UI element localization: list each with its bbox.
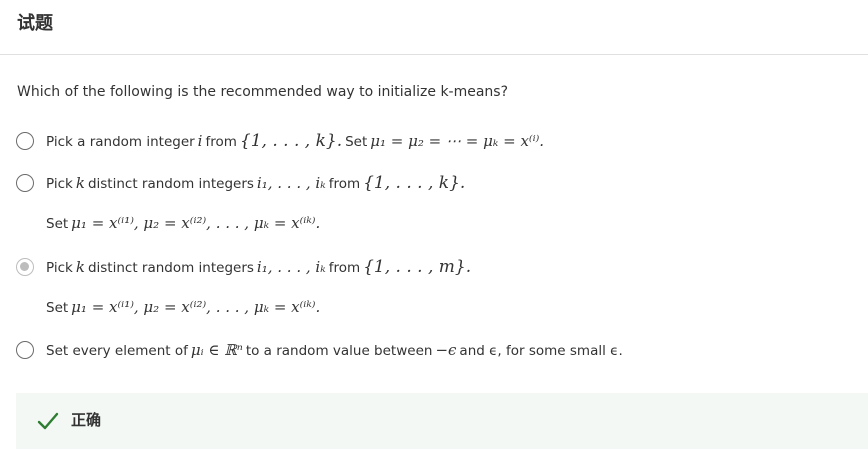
option-1-radio[interactable] [16, 132, 34, 150]
option-3-math-a: k [75, 258, 85, 276]
option-4-math-b: −ϵ [435, 341, 457, 359]
option-4-math-a: μᵢ ∈ ℝⁿ [190, 341, 243, 359]
option-1-text-b: from [205, 134, 237, 150]
option-3-radio[interactable] [16, 258, 34, 276]
page-header: 试题 [0, 0, 868, 55]
option-2[interactable]: Pick k distinct random integers i₁, . . … [16, 171, 468, 195]
option-3-label: Pick k distinct random integers i₁, . . … [46, 257, 474, 277]
option-1-text-c: Set [345, 134, 368, 150]
option-2-radio[interactable] [16, 174, 34, 192]
option-2-set-label: Set [46, 216, 69, 232]
option-2-label: Pick k distinct random integers i₁, . . … [46, 173, 468, 193]
check-icon [37, 412, 59, 430]
result-label: 正确 [71, 411, 102, 429]
option-1-math-c: μ₁ = μ₂ = ⋯ = μₖ = x⁽ⁱ⁾. [370, 132, 545, 150]
option-3-set-label: Set [46, 300, 69, 316]
option-4-text-a: Set every element of [46, 343, 188, 359]
option-4[interactable]: Set every element of μᵢ ∈ ℝⁿ to a random… [16, 338, 623, 362]
option-1[interactable]: Pick a random integer i from {1, . . . ,… [16, 129, 547, 153]
option-3-math-b: i₁, . . . , iₖ [256, 258, 326, 276]
question-text: Which of the following is the recommende… [17, 84, 509, 100]
option-2-math-c: {1, . . . , k}. [363, 173, 466, 193]
result-banner: 正确 [16, 393, 868, 449]
option-3-continuation: Set μ₁ = x⁽ⁱ¹⁾, μ₂ = x⁽ⁱ²⁾, . . . , μₖ =… [46, 298, 323, 316]
option-2-continuation: Set μ₁ = x⁽ⁱ¹⁾, μ₂ = x⁽ⁱ²⁾, . . . , μₖ =… [46, 214, 323, 232]
option-4-radio[interactable] [16, 341, 34, 359]
option-3-set-math: μ₁ = x⁽ⁱ¹⁾, μ₂ = x⁽ⁱ²⁾, . . . , μₖ = x⁽ⁱ… [71, 298, 321, 316]
option-4-text-b: to a random value between [245, 343, 433, 359]
option-1-label: Pick a random integer i from {1, . . . ,… [46, 131, 547, 151]
option-3[interactable]: Pick k distinct random integers i₁, . . … [16, 255, 474, 279]
option-3-math-c: {1, . . . , m}. [363, 257, 472, 277]
option-2-math-a: k [75, 174, 85, 192]
option-4-text-c: and ϵ, for some small ϵ. [459, 343, 623, 359]
option-2-text-a: Pick [46, 176, 73, 192]
option-2-text-c: from [328, 176, 361, 192]
option-3-text-c: from [328, 260, 361, 276]
option-4-label: Set every element of μᵢ ∈ ℝⁿ to a random… [46, 341, 623, 359]
page-title: 试题 [17, 13, 53, 34]
option-1-text-a: Pick a random integer [46, 134, 195, 150]
option-2-text-b: distinct random integers [87, 176, 254, 192]
option-2-math-b: i₁, . . . , iₖ [256, 174, 326, 192]
option-3-text-a: Pick [46, 260, 73, 276]
option-1-math-b: {1, . . . , k}. [239, 131, 343, 151]
option-3-text-b: distinct random integers [87, 260, 254, 276]
option-2-set-math: μ₁ = x⁽ⁱ¹⁾, μ₂ = x⁽ⁱ²⁾, . . . , μₖ = x⁽ⁱ… [71, 214, 321, 232]
option-1-math-a: i [197, 132, 203, 150]
